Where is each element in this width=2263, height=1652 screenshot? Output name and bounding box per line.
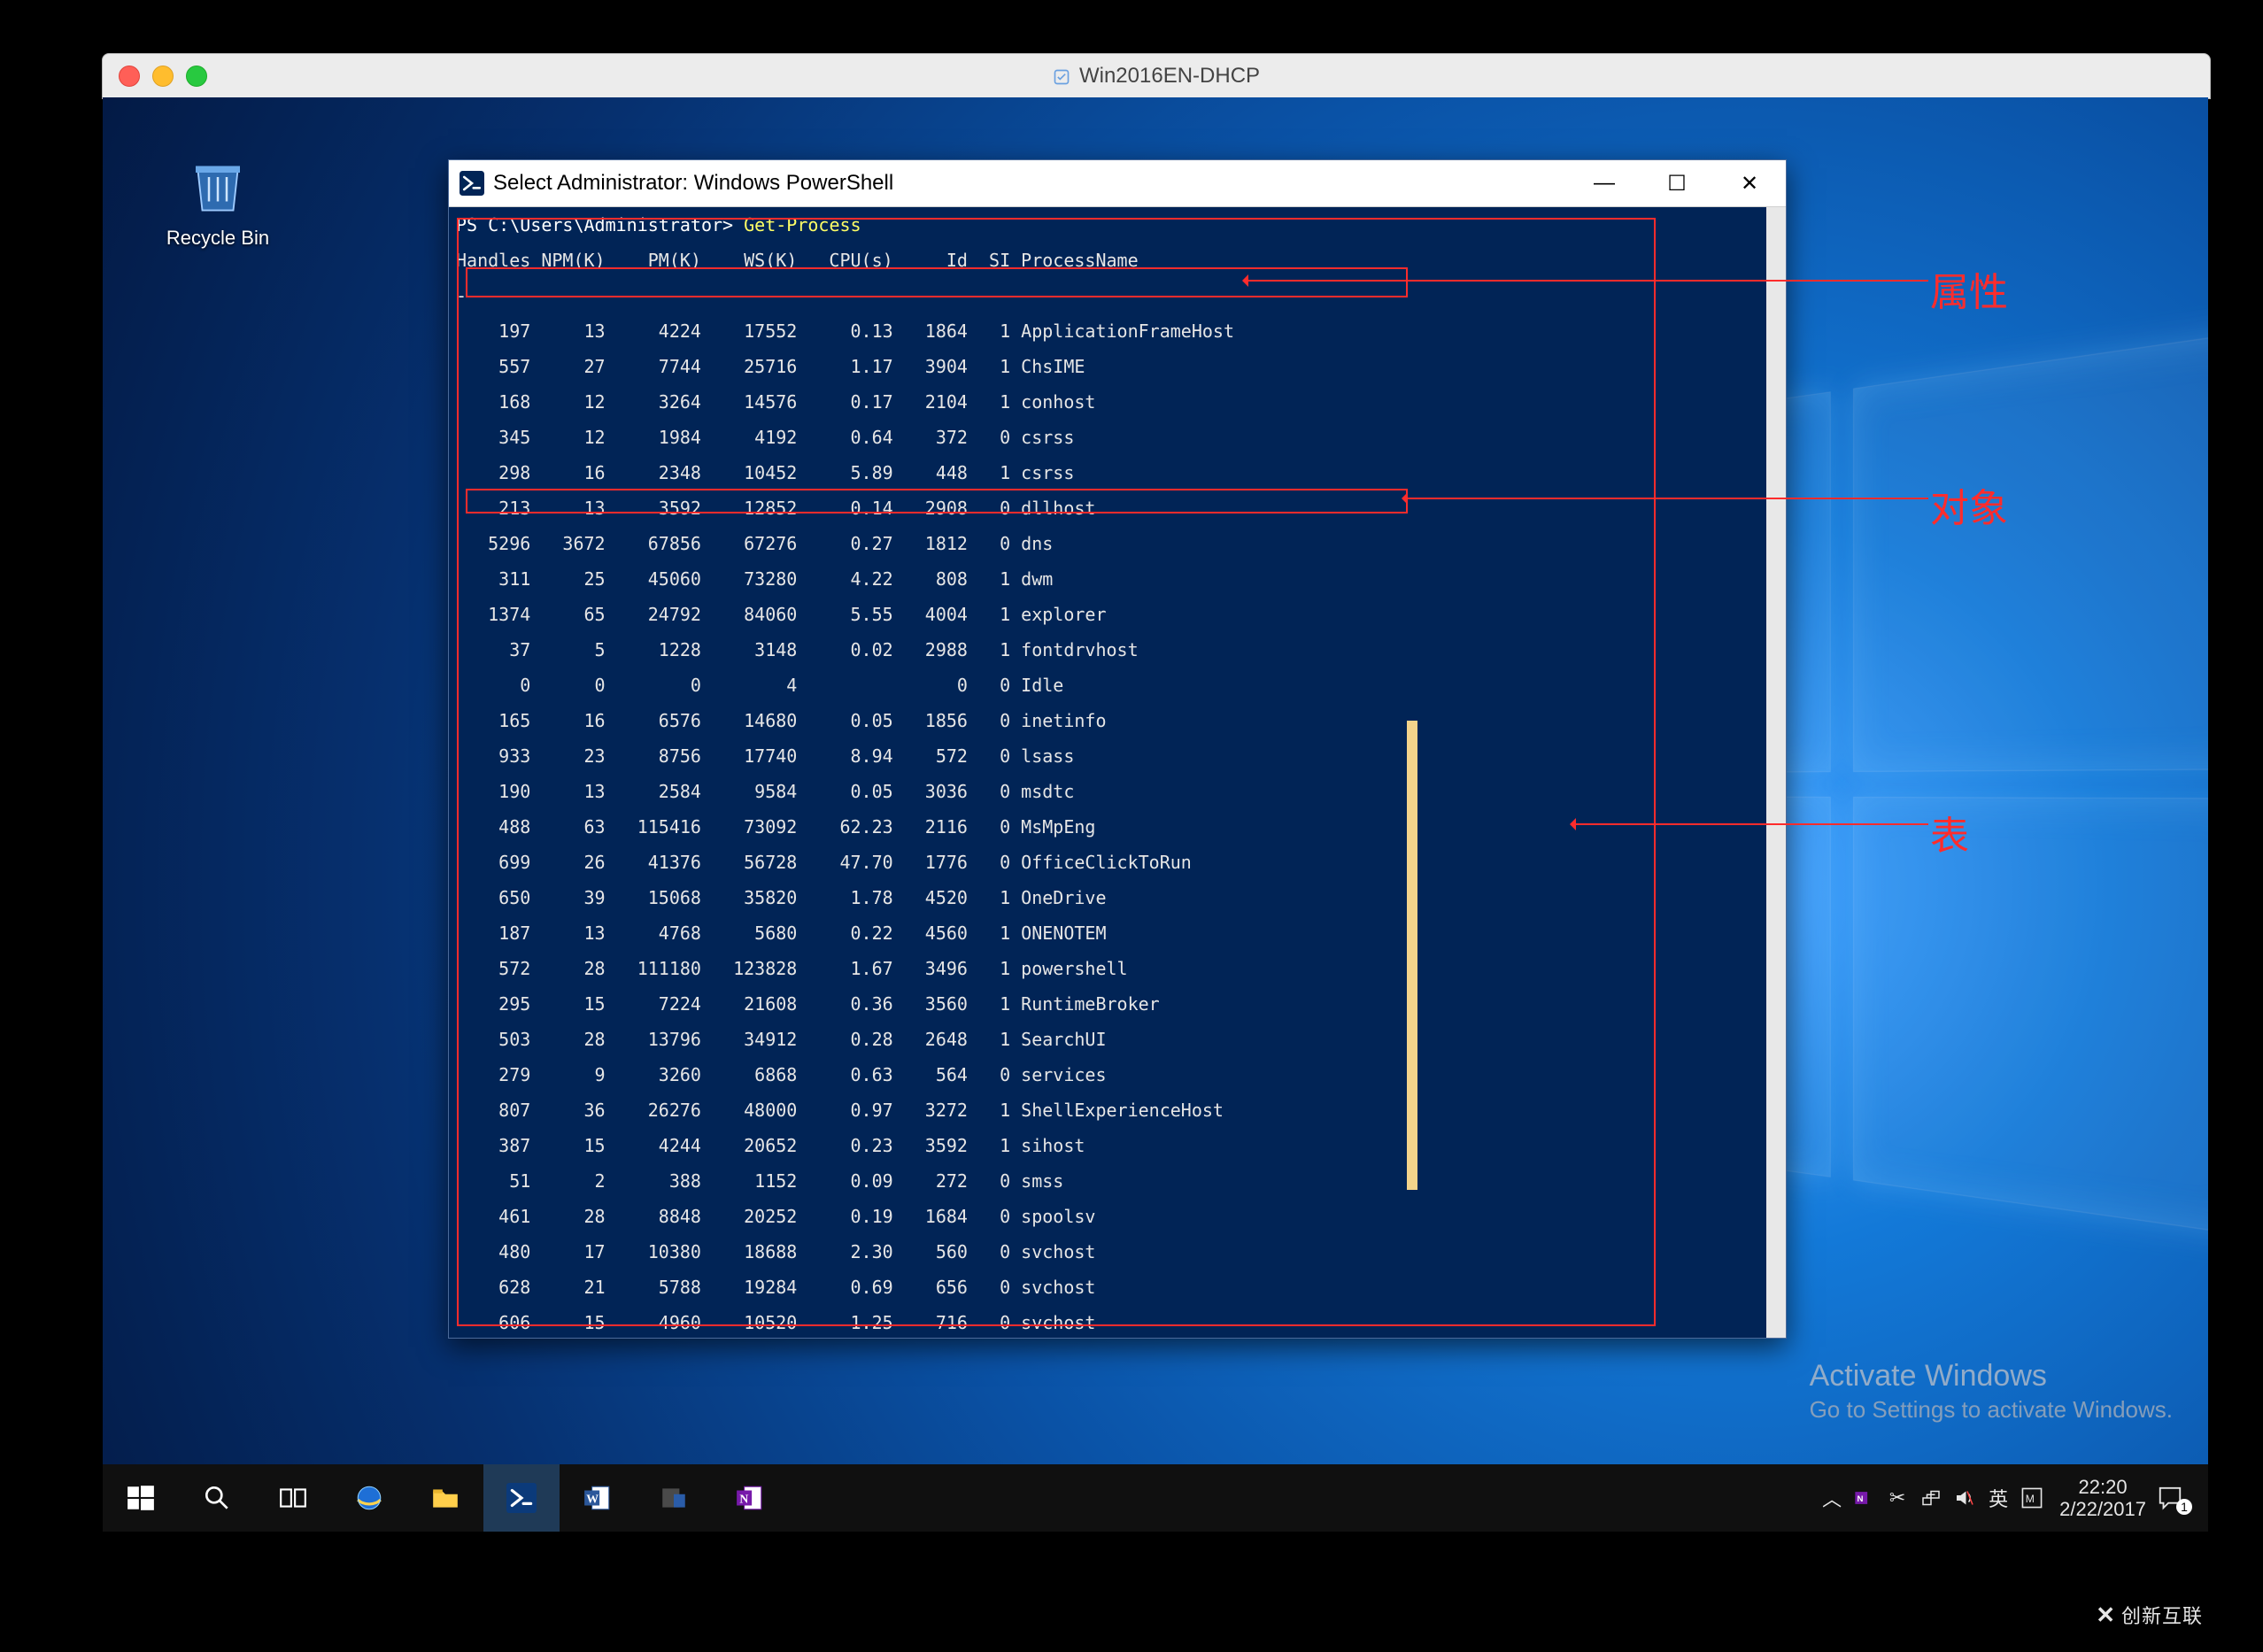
svg-text:W: W (586, 1492, 599, 1505)
windows-logo-icon (126, 1483, 156, 1513)
taskbar-powershell[interactable] (483, 1464, 560, 1532)
server-manager-icon (659, 1483, 689, 1513)
windows-desktop: Recycle Bin Activate Windows Go to Setti… (103, 97, 2208, 1532)
taskbar-onenote[interactable]: N (712, 1464, 788, 1532)
powershell-titlebar[interactable]: Select Administrator: Windows PowerShell… (449, 160, 1786, 207)
annotation-attributes-label: 属性 (1930, 260, 2008, 317)
activate-windows-watermark: Activate Windows Go to Settings to activ… (1810, 1356, 2173, 1425)
tray-scissors-icon[interactable]: ✂ (1881, 1464, 1914, 1532)
mac-window-titlebar: Win2016EN-DHCP (102, 53, 2211, 99)
taskbar-ie[interactable] (331, 1464, 407, 1532)
annotation-table-label: 表 (1930, 804, 1969, 861)
annotation-object-label: 对象 (1930, 476, 2008, 533)
tray-onenote-clip[interactable]: N (1847, 1464, 1881, 1532)
tray-network-icon[interactable] (1914, 1464, 1948, 1532)
task-view-button[interactable] (255, 1464, 331, 1532)
selection-highlight (1407, 721, 1417, 1190)
start-button[interactable] (103, 1464, 179, 1532)
powershell-title: Select Administrator: Windows PowerShell (493, 171, 893, 196)
close-button[interactable]: ✕ (1713, 160, 1786, 206)
activate-title: Activate Windows (1810, 1356, 2173, 1395)
tray-overflow[interactable]: ︿ (1817, 1484, 1847, 1512)
taskbar-server-manager[interactable] (636, 1464, 712, 1532)
taskbar-word[interactable]: W (560, 1464, 636, 1532)
action-center-button[interactable]: 1 (2157, 1464, 2199, 1532)
recycle-bin[interactable]: Recycle Bin (156, 151, 280, 250)
mac-traffic-lights (119, 66, 207, 87)
site-watermark: ✕ 创新互联 (2096, 1601, 2203, 1629)
mac-window-title: Win2016EN-DHCP (103, 64, 2210, 89)
notification-badge: 1 (2176, 1499, 2192, 1515)
activate-subtitle: Go to Settings to activate Windows. (1810, 1395, 2173, 1425)
screenshot-stage: Win2016EN-DHCP Recycle Bin Activate Wind… (53, 18, 2210, 1634)
onenote-icon: N (735, 1483, 765, 1513)
tray-clock[interactable]: 22:20 2/22/2017 (2049, 1476, 2157, 1521)
minimize-button[interactable]: — (1568, 160, 1641, 206)
search-icon (202, 1483, 232, 1513)
ie-icon (354, 1483, 384, 1513)
mac-minimize-button[interactable] (152, 66, 174, 87)
folder-icon (430, 1483, 460, 1513)
tray-volume-icon[interactable] (1948, 1464, 1981, 1532)
mac-title-text: Win2016EN-DHCP (1079, 64, 1260, 89)
search-button[interactable] (179, 1464, 255, 1532)
powershell-window: Select Administrator: Windows PowerShell… (448, 159, 1787, 1339)
recycle-bin-icon (182, 151, 253, 221)
tray-ime-mode-icon[interactable]: M (2015, 1464, 2049, 1532)
mac-zoom-button[interactable] (186, 66, 207, 87)
maximize-button[interactable]: ☐ (1641, 160, 1713, 206)
mac-close-button[interactable] (119, 66, 140, 87)
watermark-icon: ✕ (2096, 1602, 2116, 1629)
vm-icon (1053, 67, 1070, 85)
svg-text:M: M (2026, 1493, 2035, 1505)
tray-clock-date: 2/22/2017 (2059, 1498, 2146, 1520)
word-icon: W (583, 1483, 613, 1513)
task-view-icon (278, 1483, 308, 1513)
svg-text:N: N (739, 1492, 748, 1505)
watermark-text: 创新互联 (2121, 1601, 2203, 1629)
powershell-output[interactable]: PS C:\Users\Administrator> Get-Process H… (449, 207, 1786, 1338)
tray-clock-time: 22:20 (2059, 1476, 2146, 1498)
taskbar-explorer[interactable] (407, 1464, 483, 1532)
svg-text:N: N (1858, 1494, 1864, 1504)
tray-ime[interactable]: 英 (1981, 1484, 2015, 1512)
powershell-taskbar-icon (506, 1483, 537, 1513)
taskbar: W N ︿ N ✂ (103, 1464, 2208, 1532)
recycle-bin-label: Recycle Bin (156, 227, 280, 250)
powershell-icon (460, 171, 484, 196)
